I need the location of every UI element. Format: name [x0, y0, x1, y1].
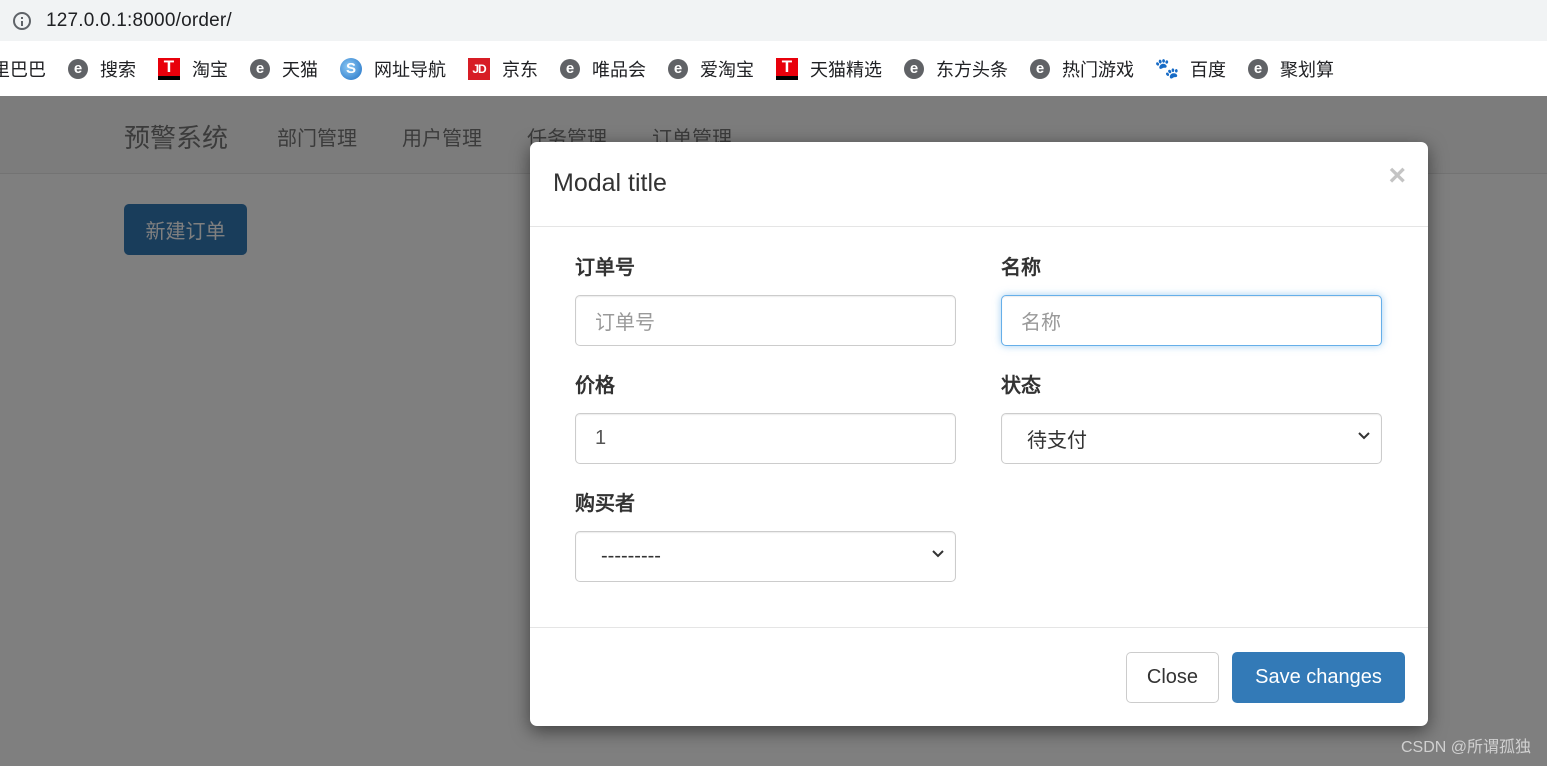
ie-e-icon: e [1248, 58, 1268, 79]
name-label: 名称 [1001, 257, 1041, 279]
bookmark-label: 唯品会 [592, 59, 646, 80]
buyer-selected: --------- [601, 545, 661, 567]
chevron-down-icon [932, 550, 944, 558]
url-text[interactable]: 127.0.0.1:8000/order/ [46, 10, 232, 32]
bookmark-games[interactable]: e 热门游戏 [1030, 56, 1134, 82]
bookmark-label: 百度 [1190, 59, 1226, 80]
save-changes-button[interactable]: Save changes [1232, 652, 1405, 703]
bookmark-label: 网址导航 [374, 59, 446, 80]
close-button[interactable]: Close [1126, 652, 1219, 703]
bookmark-label: 天猫 [282, 59, 318, 80]
tmall-t-icon: T [158, 57, 180, 80]
bookmark-nav[interactable]: S 网址导航 [340, 56, 446, 82]
order-modal: Modal title × 订单号 订单号 名称 名称 价格 1 状态 待支付 … [530, 142, 1428, 726]
baidu-paw-icon: 🐾 [1154, 58, 1180, 80]
bookmark-tmall[interactable]: e 天猫 [250, 56, 318, 82]
modal-header: Modal title × [530, 142, 1428, 227]
bookmark-label: 东方头条 [936, 59, 1008, 80]
address-bar[interactable]: 127.0.0.1:8000/order/ [0, 0, 1547, 41]
bookmark-vip[interactable]: e 唯品会 [560, 56, 646, 82]
bookmark-label: 热门游戏 [1062, 59, 1134, 80]
bookmark-label: 里巴巴 [0, 59, 46, 80]
status-label: 状态 [1001, 375, 1041, 397]
price-input[interactable]: 1 [575, 413, 956, 464]
name-input[interactable]: 名称 [1001, 295, 1382, 346]
field-buyer: 购买者 --------- [575, 487, 956, 582]
bookmark-alibaba[interactable]: 里巴巴 [0, 56, 46, 82]
bookmark-tmall-select[interactable]: T 天猫精选 [776, 56, 882, 82]
jd-icon: JD [468, 57, 490, 80]
bookmark-label: 爱淘宝 [700, 59, 754, 80]
bookmark-label: 搜索 [100, 59, 136, 80]
bookmark-aitaobao[interactable]: e 爱淘宝 [668, 56, 754, 82]
watermark: CSDN @所谓孤独 [1400, 739, 1531, 756]
order-no-input[interactable]: 订单号 [575, 295, 956, 346]
field-status: 状态 待支付 [1001, 369, 1382, 464]
bookmark-label: 天猫精选 [810, 59, 882, 80]
bookmark-jd[interactable]: JD 京东 [468, 56, 538, 82]
chevron-down-icon [1358, 432, 1370, 440]
price-label: 价格 [575, 375, 615, 397]
ie-e-icon: e [560, 58, 580, 79]
buyer-label: 购买者 [575, 493, 635, 515]
order-no-label: 订单号 [575, 257, 635, 279]
tmall-t-icon: T [776, 57, 798, 80]
field-price: 价格 1 [575, 369, 956, 464]
bookmark-label: 京东 [502, 59, 538, 80]
bookmark-label: 淘宝 [192, 59, 228, 80]
modal-footer: Close Save changes [530, 628, 1428, 725]
status-select[interactable]: 待支付 [1001, 413, 1382, 464]
bookmark-label: 聚划算 [1280, 59, 1334, 80]
status-selected: 待支付 [1027, 430, 1087, 452]
modal-title: Modal title [553, 169, 667, 197]
bookmark-baidu[interactable]: 🐾 百度 [1154, 56, 1226, 82]
bookmarks-bar: 里巴巴 e 搜索 T 淘宝 e 天猫 S 网址导航 JD 京东 e 唯品会 e … [0, 41, 1547, 96]
field-name: 名称 名称 [1001, 251, 1382, 346]
ie-e-icon: e [668, 58, 688, 79]
field-order-no: 订单号 订单号 [575, 251, 956, 346]
bookmark-taobao[interactable]: T 淘宝 [158, 56, 228, 82]
ie-e-icon: e [904, 58, 924, 79]
bookmark-juhuasuan[interactable]: e 聚划算 [1248, 56, 1334, 82]
sogou-s-icon: S [340, 57, 362, 80]
bookmark-search[interactable]: e 搜索 [68, 56, 136, 82]
ie-e-icon: e [1030, 58, 1050, 79]
bookmark-eastday[interactable]: e 东方头条 [904, 56, 1008, 82]
modal-body: 订单号 订单号 名称 名称 价格 1 状态 待支付 购买者 --------- [530, 227, 1428, 628]
ie-e-icon: e [250, 58, 270, 79]
ie-e-icon: e [68, 58, 88, 79]
close-icon[interactable]: × [1388, 161, 1406, 191]
buyer-select[interactable]: --------- [575, 531, 956, 582]
info-icon[interactable] [13, 11, 31, 30]
